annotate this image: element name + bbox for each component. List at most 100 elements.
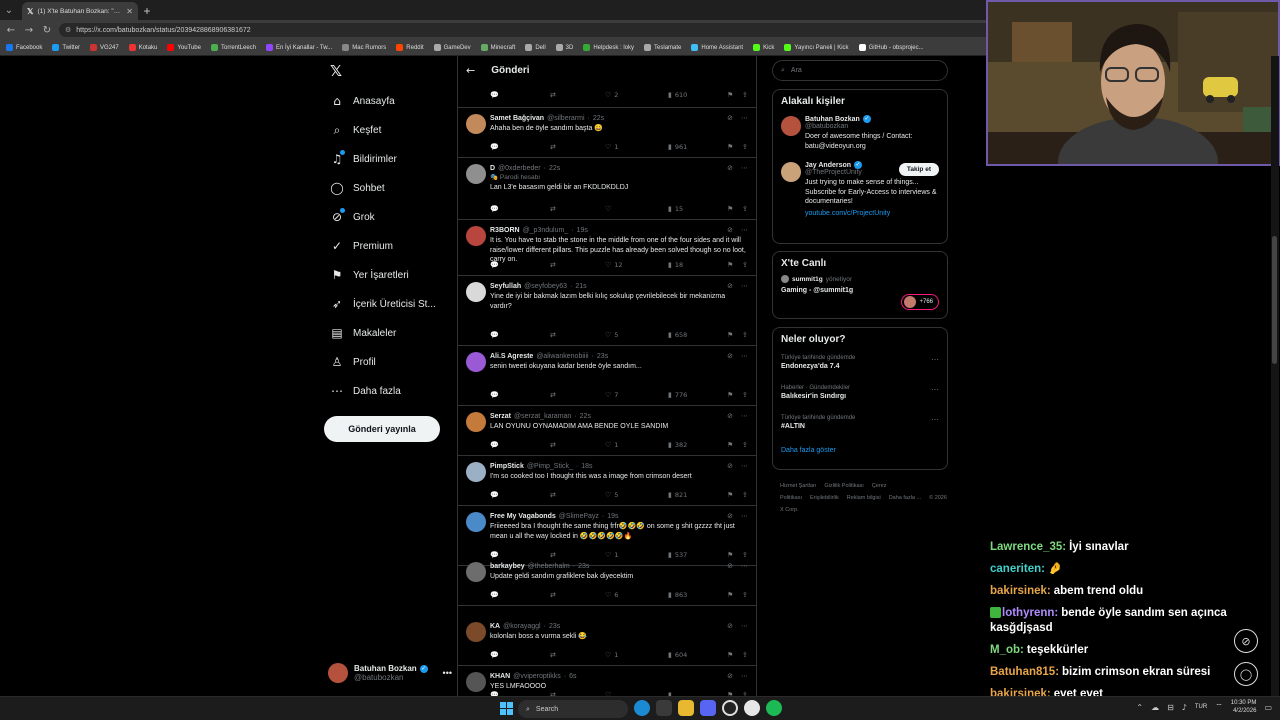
reply-time[interactable]: 23s [578, 563, 589, 570]
discord-icon[interactable] [700, 700, 716, 716]
reply-action[interactable]: 💬 [490, 261, 499, 269]
bookmark-action[interactable]: ⚑ [727, 441, 733, 449]
reply-time[interactable]: 19s [607, 513, 618, 520]
views-action[interactable]: ▮ 604 [668, 651, 687, 659]
reply-action[interactable]: 💬 [490, 651, 499, 659]
notifications-icon[interactable]: ▭ [1264, 703, 1272, 712]
more-dots-icon[interactable]: ⋯ [741, 164, 748, 172]
like-action[interactable]: ♡ 1 [605, 143, 618, 151]
spotify-icon[interactable] [766, 700, 782, 716]
like-action[interactable]: ♡ 5 [605, 331, 618, 339]
share-action[interactable]: ⇪ [742, 331, 748, 339]
nav-item-rocket[interactable]: ➶ İçerik Üreticisi St... [330, 293, 436, 315]
grok-explain-icon[interactable]: ⊘ [727, 226, 733, 234]
reply-action[interactable]: 💬 [490, 331, 499, 339]
person-link[interactable]: youtube.com/c/ProjectUnity [805, 209, 939, 219]
reply-post[interactable]: barkaybey @theberhalm · 23s ⊘ ⋯ Update geldi s… [458, 556, 756, 606]
reply-post[interactable]: Seyfullah @seyfobey63 · 21s ⊘ ⋯ Yine de iyi bi… [458, 276, 756, 346]
share-action[interactable]: ⇪ [742, 651, 748, 659]
like-action[interactable]: ♡ 12 [605, 261, 623, 269]
grok-explain-icon[interactable]: ⊘ [727, 512, 733, 520]
reply-author-name[interactable]: PimpStick [490, 463, 524, 470]
reply-action[interactable]: 💬 [490, 441, 499, 449]
reply-avatar[interactable] [466, 622, 486, 642]
bookmark-item[interactable]: En İyi Kanallar - Tw... [266, 44, 332, 51]
trend-item[interactable]: Haberler · Gündemdekiler Balıkesir'in Sın… [773, 381, 947, 411]
more-dots-icon[interactable]: ⋯ [741, 562, 748, 570]
x-logo-icon[interactable]: 𝕏 [330, 62, 342, 80]
bookmark-action[interactable]: ⚑ [727, 261, 733, 269]
person-item[interactable]: Batuhan Bozkan ✓ @batubozkan Doer of awes… [773, 113, 947, 155]
reply-action[interactable]: 💬 [490, 143, 499, 151]
like-action[interactable]: ♡ 2 [605, 91, 618, 99]
views-action[interactable]: ▮ 610 [668, 91, 687, 99]
reply-action[interactable]: 💬 [490, 591, 499, 599]
reply-avatar[interactable] [466, 226, 486, 246]
network-icon[interactable]: ⊟ [1167, 703, 1174, 712]
more-dots-icon[interactable]: ⋯ [741, 226, 748, 234]
more-dots-icon[interactable]: ⋯ [741, 512, 748, 520]
nav-item-profile[interactable]: ♙ Profil [330, 351, 376, 373]
bookmark-item[interactable]: Home Assistant [691, 44, 743, 51]
messages-overlay-icon[interactable]: ◯ [1234, 662, 1258, 686]
share-action[interactable]: ⇪ [742, 205, 748, 213]
more-dots-icon[interactable]: ⋯ [741, 462, 748, 470]
reply-post[interactable]: Serzat @serzat_karaman · 22s ⊘ ⋯ LAN OYUNU OYN… [458, 406, 756, 456]
reply-author-name[interactable]: Samet Bağçivan [490, 115, 544, 122]
more-dots-icon[interactable]: ⋯ [931, 385, 939, 394]
person-item[interactable]: Jay Anderson ✓ @TheProjectUnity Just tryi… [773, 159, 947, 222]
repost-action[interactable]: ⇄ [550, 261, 556, 269]
more-dots-icon[interactable]: ⋯ [741, 672, 748, 680]
forward-arrow-icon[interactable]: → [23, 25, 35, 36]
grok-explain-icon[interactable]: ⊘ [727, 462, 733, 470]
footer-link[interactable]: Daha fazla ... [889, 495, 921, 501]
wifi-icon[interactable]: ⌔ [1215, 702, 1223, 712]
repost-action[interactable]: ⇄ [550, 491, 556, 499]
share-action[interactable]: ⇪ [742, 591, 748, 599]
reply-post[interactable]: KA @korayaggl · 23s ⊘ ⋯ kolonları boss a vurma… [458, 616, 756, 666]
taskbar-search[interactable]: ⌕ Search [518, 700, 628, 718]
new-tab-icon[interactable]: + [138, 2, 156, 20]
bookmark-item[interactable]: Kick [753, 44, 774, 51]
repost-action[interactable]: ⇄ [550, 143, 556, 151]
reply-post[interactable]: D @0xderbeder · 22s ⊘ ⋯ 🎭 Parodi hesabı Lan L3'… [458, 158, 756, 220]
grok-explain-icon[interactable]: ⊘ [727, 622, 733, 630]
grok-explain-icon[interactable]: ⊘ [727, 282, 733, 290]
reply-post[interactable]: R3BORN @_p3ndulum_ · 19s ⊘ ⋯ It is. You have t… [458, 220, 756, 276]
bookmark-item[interactable]: GameDev [433, 44, 471, 51]
reply-author-name[interactable]: Ali.S Agreste [490, 353, 533, 360]
reply-author-name[interactable]: barkaybey [490, 563, 525, 570]
nav-item-articles[interactable]: ▤ Makaleler [330, 322, 396, 344]
views-action[interactable]: ▮ 961 [668, 143, 687, 151]
nav-item-chat[interactable]: ◯ Sohbet [330, 177, 384, 199]
reply-avatar[interactable] [466, 114, 486, 134]
more-dots-icon[interactable]: ••• [443, 668, 452, 678]
reply-avatar[interactable] [466, 512, 486, 532]
page-scrollbar[interactable] [1271, 56, 1279, 696]
bookmark-item[interactable]: Twitter [52, 44, 80, 51]
reply-action[interactable]: 💬 [490, 391, 499, 399]
nav-item-search[interactable]: ⌕ Keşfet [330, 119, 382, 141]
bookmark-item[interactable]: Minecraft [480, 44, 515, 51]
bookmark-item[interactable]: Reddit [396, 44, 424, 51]
post-button[interactable]: Gönderi yayınla [324, 416, 440, 442]
more-dots-icon[interactable]: ⋯ [741, 622, 748, 630]
footer-link[interactable]: Erişilebilirlik [810, 495, 839, 501]
views-action[interactable]: ▮ 15 [668, 205, 683, 213]
repost-action[interactable]: ⇄ [550, 331, 556, 339]
chevron-up-icon[interactable]: ⌃ [1136, 703, 1143, 712]
bookmark-item[interactable]: Dell [525, 44, 546, 51]
more-dots-icon[interactable]: ⋯ [931, 415, 939, 424]
reply-author-name[interactable]: R3BORN [490, 227, 520, 234]
reply-time[interactable]: 23s [549, 623, 560, 630]
reply-time[interactable]: 22s [580, 413, 591, 420]
share-action[interactable]: ⇪ [742, 441, 748, 449]
bookmark-action[interactable]: ⚑ [727, 651, 733, 659]
reply-avatar[interactable] [466, 462, 486, 482]
cloud-icon[interactable]: ☁ [1151, 703, 1159, 712]
bookmark-action[interactable]: ⚑ [727, 91, 733, 99]
views-action[interactable]: ▮ 382 [668, 441, 687, 449]
nav-item-home[interactable]: ⌂ Anasayfa [330, 90, 395, 112]
reply-action[interactable]: 💬 [490, 205, 499, 213]
grok-explain-icon[interactable]: ⊘ [727, 352, 733, 360]
